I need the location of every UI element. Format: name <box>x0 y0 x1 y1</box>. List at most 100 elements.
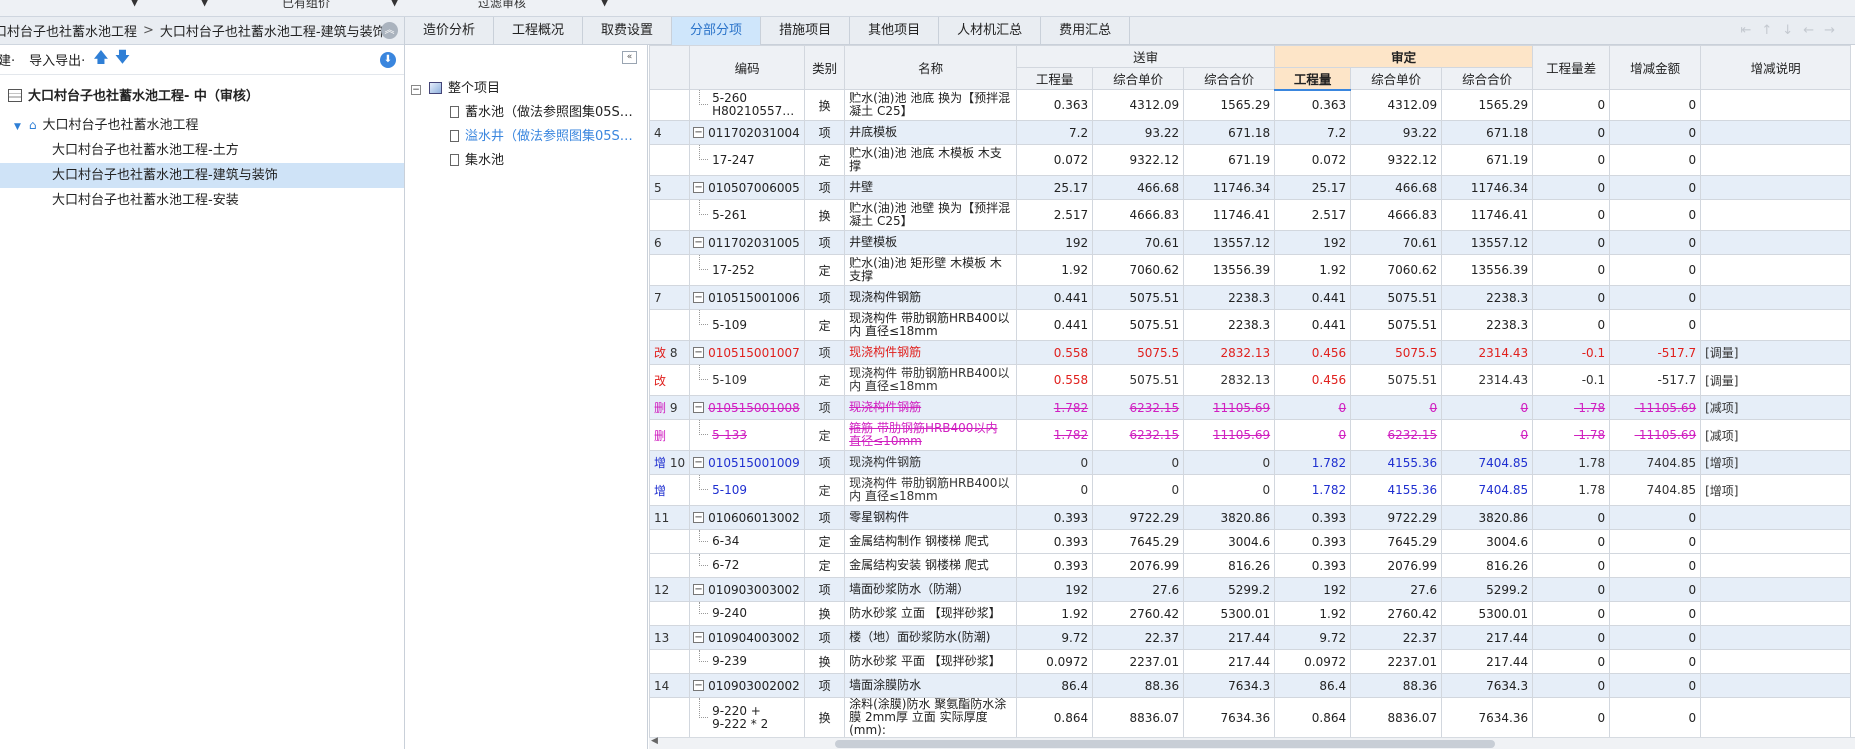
audit-unit-price-cell[interactable]: 5075.5 <box>1350 340 1443 365</box>
code-cell[interactable]: −010606013002 <box>689 505 806 530</box>
table-row[interactable]: 增 5-109 定现浇构件 带肋钢筋HRB400以内 直径≤18mm 0 0 0 1.78… <box>649 474 1852 506</box>
filter-audit-label[interactable]: 过滤审核 <box>478 0 526 11</box>
audit-total-cell[interactable]: 13557.12 <box>1441 230 1534 255</box>
note-cell[interactable] <box>1700 254 1852 286</box>
collapse-box-icon[interactable]: − <box>693 457 705 468</box>
header-audit-unit-price[interactable]: 综合单价 <box>1350 67 1443 90</box>
name-cell[interactable]: 井底模板 <box>844 120 1018 145</box>
table-row[interactable]: 5-260 H80210557… 换贮水(油)池 池底 换为【预拌混凝土 C25】… <box>649 89 1852 121</box>
sent-unit-price-cell[interactable]: 6232.15 <box>1092 419 1185 451</box>
code-cell[interactable]: 9-220 + 9-222 * 2 <box>689 697 806 737</box>
note-cell[interactable]: [调量] <box>1700 340 1852 365</box>
dropdown-arrow-icon[interactable]: ▼ <box>200 0 209 8</box>
dropdown-arrow-icon[interactable]: ▼ <box>600 0 609 8</box>
type-cell[interactable]: 项 <box>804 625 846 650</box>
qty-diff-cell[interactable]: 1.78 <box>1532 474 1611 506</box>
qty-diff-cell[interactable]: 0 <box>1532 697 1611 737</box>
code-cell[interactable]: 17-252 <box>689 254 806 286</box>
type-cell[interactable]: 项 <box>804 577 846 602</box>
name-cell[interactable]: 金属结构安装 钢楼梯 爬式 <box>844 553 1018 578</box>
name-cell[interactable]: 防水砂浆 平面 【现拌砂浆】 <box>844 649 1018 674</box>
qty-diff-cell[interactable]: 0 <box>1532 89 1611 121</box>
tab-fee-summary[interactable]: 费用汇总 <box>1041 17 1131 45</box>
sent-unit-price-cell[interactable]: 2760.42 <box>1092 601 1185 626</box>
type-cell[interactable]: 定 <box>804 553 846 578</box>
qty-diff-cell[interactable]: 0 <box>1532 601 1611 626</box>
tab-fee-settings[interactable]: 取费设置 <box>583 17 673 45</box>
qty-diff-cell[interactable]: -1.78 <box>1532 419 1611 451</box>
note-cell[interactable] <box>1700 505 1852 530</box>
code-cell[interactable]: 5-260 H80210557… <box>689 89 806 121</box>
qty-diff-cell[interactable]: 1.78 <box>1532 450 1611 475</box>
sent-unit-price-cell[interactable]: 9722.29 <box>1092 505 1185 530</box>
table-row[interactable]: 9-239 换防水砂浆 平面 【现拌砂浆】 0.0972 2237.01 217.44 0… <box>649 649 1852 674</box>
note-cell[interactable] <box>1700 625 1852 650</box>
move-up-icon[interactable]: 🡅 <box>93 47 108 72</box>
note-cell[interactable] <box>1700 309 1852 341</box>
collapse-box-icon[interactable]: − <box>693 632 705 643</box>
header-note[interactable]: 增减说明 <box>1700 45 1852 90</box>
sent-unit-price-cell[interactable]: 5075.5 <box>1092 340 1185 365</box>
qty-diff-cell[interactable]: 0 <box>1532 649 1611 674</box>
breadcrumb-current[interactable]: 大口村台子也社蓄水池工程-建筑与装饰 <box>160 21 386 40</box>
qty-diff-cell[interactable]: 0 <box>1532 529 1611 554</box>
table-row[interactable]: 13−010904003002 项楼（地）面砂浆防水(防潮) 9.72 22.37 21… <box>649 625 1852 650</box>
name-cell[interactable]: 箍筋 带肋钢筋HRB400以内 直径≤10mm <box>844 419 1018 451</box>
name-cell[interactable]: 现浇构件 带肋钢筋HRB400以内 直径≤18mm <box>844 364 1018 396</box>
audit-total-cell[interactable]: 7404.85 <box>1441 450 1534 475</box>
audit-unit-price-cell[interactable]: 8836.07 <box>1350 697 1443 737</box>
sent-total-cell[interactable]: 0 <box>1183 450 1276 475</box>
sent-qty-cell[interactable]: 0.0972 <box>1016 649 1094 674</box>
sent-qty-cell[interactable]: 1.782 <box>1016 395 1094 420</box>
first-icon[interactable]: ⇤ <box>1740 23 1761 38</box>
sent-unit-price-cell[interactable]: 9322.12 <box>1092 144 1185 176</box>
code-cell[interactable]: −010904003002 <box>689 625 806 650</box>
note-cell[interactable] <box>1700 285 1852 310</box>
collapse-box-icon[interactable]: − <box>411 85 421 95</box>
left-arrow-icon[interactable]: ← <box>1803 23 1824 38</box>
type-cell[interactable]: 定 <box>804 364 846 396</box>
amount-diff-cell[interactable]: 0 <box>1609 144 1702 176</box>
type-cell[interactable]: 定 <box>804 419 846 451</box>
sent-qty-cell[interactable]: 1.782 <box>1016 419 1094 451</box>
collapse-left-icon[interactable]: « <box>622 51 637 64</box>
audit-qty-cell[interactable]: 0.393 <box>1274 529 1352 554</box>
collapse-box-icon[interactable]: − <box>693 127 705 138</box>
name-cell[interactable]: 井壁模板 <box>844 230 1018 255</box>
audit-qty-cell[interactable]: 0.072 <box>1274 144 1352 176</box>
tab-sub-items[interactable]: 分部分项 <box>672 17 762 45</box>
audit-unit-price-cell[interactable]: 5075.51 <box>1350 285 1443 310</box>
name-cell[interactable]: 现浇构件钢筋 <box>844 450 1018 475</box>
code-cell[interactable]: 17-247 <box>689 144 806 176</box>
sent-total-cell[interactable]: 2238.3 <box>1183 285 1276 310</box>
note-cell[interactable] <box>1700 697 1852 737</box>
code-cell[interactable]: 5-109 <box>689 364 806 396</box>
sent-unit-price-cell[interactable]: 7645.29 <box>1092 529 1185 554</box>
code-cell[interactable]: −010515001009 <box>689 450 806 475</box>
qty-diff-cell[interactable]: 0 <box>1532 577 1611 602</box>
sent-qty-cell[interactable]: 0.441 <box>1016 285 1094 310</box>
qty-diff-cell[interactable]: 0 <box>1532 285 1611 310</box>
table-row[interactable]: 改 8−010515001007 项现浇构件钢筋 0.558 5075.5 2832.1… <box>649 340 1852 365</box>
tree-project[interactable]: ▼ ⌂ 大口村台子也社蓄水池工程 <box>0 113 404 138</box>
expand-caret-icon[interactable]: ▼ <box>14 115 21 140</box>
qty-diff-cell[interactable]: 0 <box>1532 254 1611 286</box>
code-cell[interactable]: 5-109 <box>689 474 806 506</box>
amount-diff-cell[interactable]: 7404.85 <box>1609 474 1702 506</box>
audit-unit-price-cell[interactable]: 5075.51 <box>1350 309 1443 341</box>
header-type[interactable]: 类别 <box>804 45 846 90</box>
name-cell[interactable]: 现浇构件 带肋钢筋HRB400以内 直径≤18mm <box>844 474 1018 506</box>
sent-qty-cell[interactable]: 0.393 <box>1016 553 1094 578</box>
audit-total-cell[interactable]: 3004.6 <box>1441 529 1534 554</box>
note-cell[interactable] <box>1700 144 1852 176</box>
audit-unit-price-cell[interactable]: 4312.09 <box>1350 89 1443 121</box>
sent-unit-price-cell[interactable]: 22.37 <box>1092 625 1185 650</box>
audit-total-cell[interactable]: 7634.3 <box>1441 673 1534 698</box>
qty-diff-cell[interactable]: 0 <box>1532 230 1611 255</box>
amount-diff-cell[interactable]: 0 <box>1609 175 1702 200</box>
amount-diff-cell[interactable]: 0 <box>1609 505 1702 530</box>
audit-unit-price-cell[interactable]: 6232.15 <box>1350 419 1443 451</box>
collapse-box-icon[interactable]: − <box>693 292 705 303</box>
tree-item-installation[interactable]: 大口村台子也社蓄水池工程-安装 <box>0 188 404 213</box>
sent-total-cell[interactable]: 671.18 <box>1183 120 1276 145</box>
